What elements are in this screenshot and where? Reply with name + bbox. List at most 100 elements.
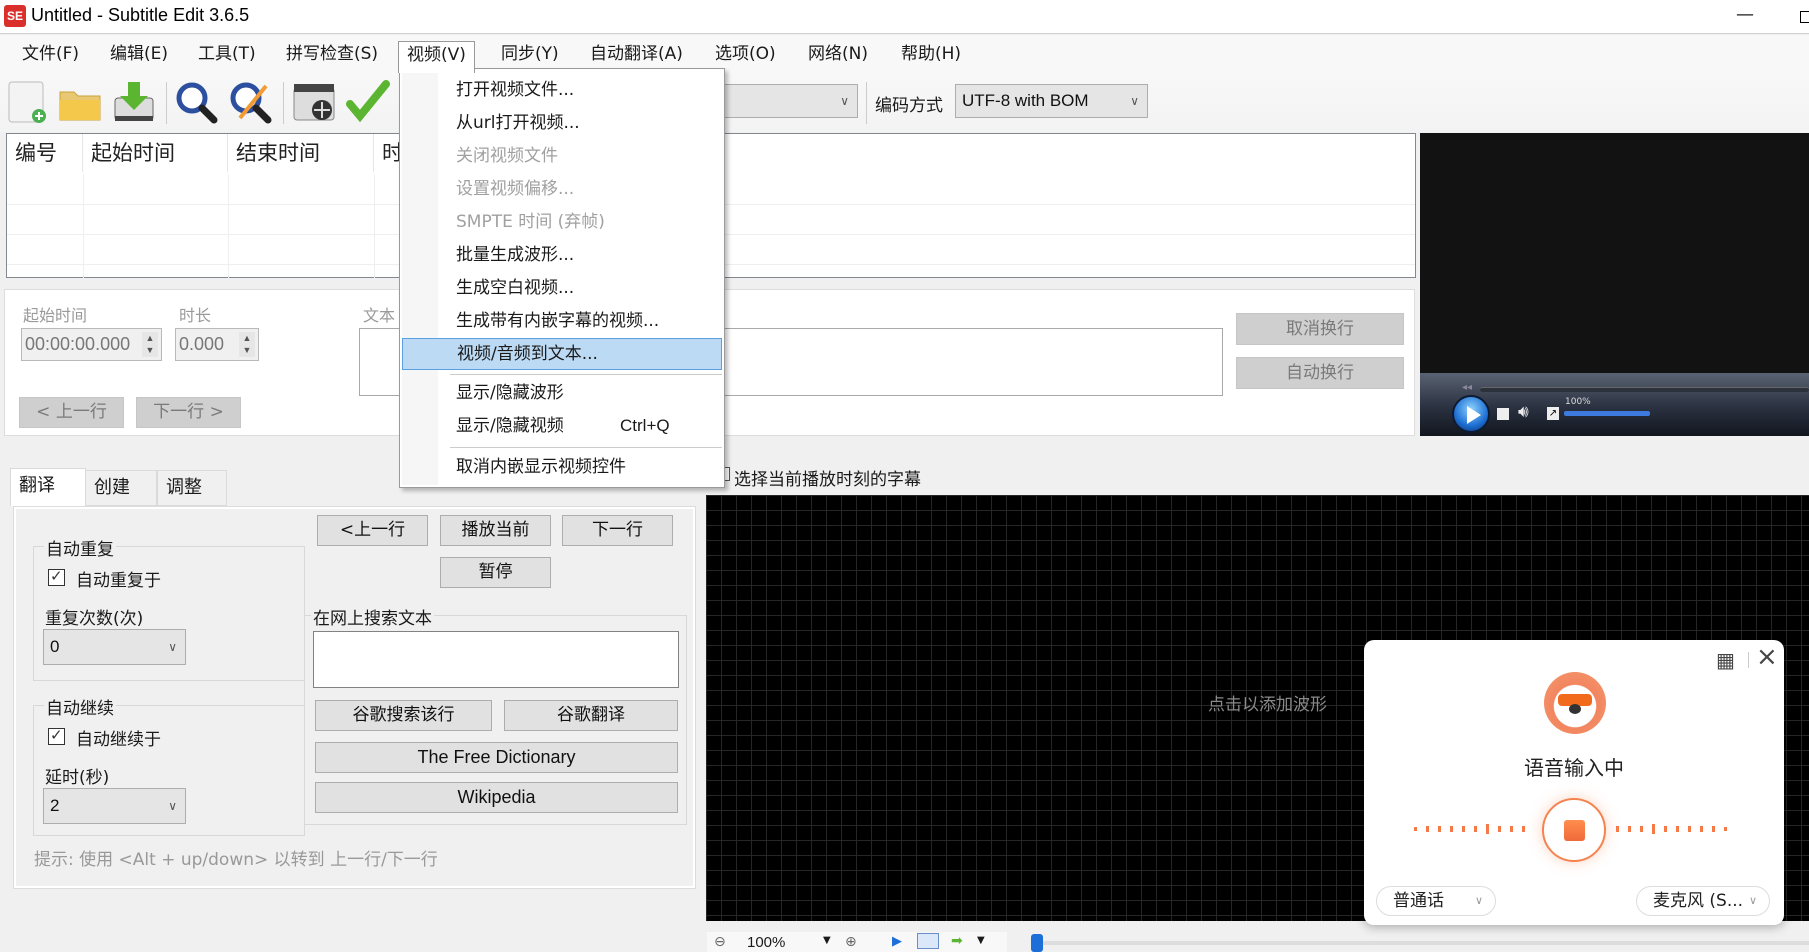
voice-level-bar: [1414, 827, 1417, 831]
tab-adjust[interactable]: 调整: [157, 470, 227, 506]
video-player[interactable]: ◂◂ 🔊︎ ↗ 100%: [1420, 133, 1809, 436]
menu-item-batch-waveform[interactable]: 批量生成波形...: [402, 239, 722, 271]
app-logo-icon: SE: [4, 5, 26, 27]
free-dictionary-button[interactable]: The Free Dictionary: [315, 742, 678, 773]
prev-line-button[interactable]: < 上一行: [19, 397, 124, 428]
tab-content: 自动重复 自动重复于 重复次数(次) 0∨ 自动继续 自动继续于 延时(秒) 2…: [13, 506, 696, 889]
open-folder-icon[interactable]: [58, 80, 102, 124]
auto-repeat-checkbox[interactable]: [48, 567, 65, 586]
play-current-button[interactable]: 播放当前: [440, 515, 551, 546]
zoom-out-icon[interactable]: ⊖: [714, 934, 726, 950]
stop-recording-button[interactable]: [1542, 798, 1606, 862]
play-selection-icon[interactable]: ▶: [892, 934, 902, 949]
menu-item-undock-video-controls[interactable]: 取消内嵌显示视频控件: [402, 451, 722, 483]
seek-bar[interactable]: [1480, 387, 1809, 392]
menu-video[interactable]: 视频(V): [398, 41, 475, 73]
waveform-position-track[interactable]: [1043, 941, 1809, 945]
menu-separator: [450, 447, 722, 448]
toolbar-separator: [283, 82, 284, 124]
divider: [1748, 652, 1749, 668]
maximize-icon: [1800, 11, 1809, 23]
column-header-end-time[interactable]: 结束时间: [228, 134, 374, 172]
play-button[interactable]: [1452, 395, 1490, 433]
encoding-select[interactable]: UTF-8 with BOM ∨: [955, 84, 1148, 118]
tabs-panel: 翻译 创建 调整 自动重复 自动重复于 重复次数(次) 0∨ 自动继续 自动继续…: [8, 462, 698, 889]
start-time-input[interactable]: 00:00:00.000 ▲ ▼: [21, 328, 162, 361]
zoom-dropdown-icon[interactable]: ▼: [823, 935, 831, 946]
visual-sync-icon[interactable]: [292, 80, 336, 124]
volume-slider[interactable]: [1564, 411, 1650, 416]
voice-level-bar: [1652, 824, 1655, 834]
forward-dropdown-icon[interactable]: ▼: [977, 935, 985, 946]
select-current-label: 选择当前播放时刻的字幕: [734, 470, 921, 490]
voice-assistant-avatar: [1544, 672, 1606, 734]
menu-edit[interactable]: 编辑(E): [102, 41, 176, 69]
spinner-arrows-icon[interactable]: ▲ ▼: [239, 332, 255, 357]
microphone-select[interactable]: 麦克风 (S... ∨: [1636, 886, 1770, 916]
column-header-start-time[interactable]: 起始时间: [83, 134, 228, 172]
auto-break-button[interactable]: 自动换行: [1236, 357, 1404, 389]
split-icon[interactable]: [917, 933, 939, 949]
menu-item-open-video[interactable]: 打开视频文件...: [402, 74, 722, 106]
rewind-icon[interactable]: ◂◂: [1462, 382, 1472, 393]
unbreak-button[interactable]: 取消换行: [1236, 313, 1404, 345]
auto-continue-checkbox[interactable]: [48, 726, 65, 745]
column-header-number[interactable]: 编号: [7, 134, 83, 172]
language-select[interactable]: 普通话 ∨: [1376, 886, 1496, 916]
pause-button[interactable]: 暂停: [440, 557, 551, 588]
waveform-zoom-value[interactable]: 100%: [747, 934, 785, 951]
voice-level-bar: [1676, 826, 1679, 832]
forward-icon[interactable]: ➡: [951, 933, 963, 949]
next-line-button[interactable]: 下一行: [562, 515, 673, 546]
waveform-position-thumb[interactable]: [1031, 934, 1043, 952]
prev-line-button[interactable]: <上一行: [317, 515, 428, 546]
maximize-button[interactable]: [1790, 0, 1809, 34]
qr-code-icon[interactable]: ▦: [1716, 648, 1735, 672]
google-translate-button[interactable]: 谷歌翻译: [504, 700, 678, 731]
volume-icon[interactable]: 🔊︎: [1518, 402, 1529, 422]
delay-select[interactable]: 2 ∨: [43, 788, 186, 824]
tab-translate[interactable]: 翻译: [10, 468, 86, 506]
tab-create[interactable]: 创建: [85, 470, 157, 506]
voice-level-bar: [1498, 826, 1501, 832]
google-search-button[interactable]: 谷歌搜索该行: [315, 700, 492, 731]
menu-file[interactable]: 文件(F): [14, 41, 87, 69]
fullscreen-icon[interactable]: ↗: [1547, 407, 1559, 420]
voice-level-bar: [1426, 826, 1429, 832]
menu-auto-translate[interactable]: 自动翻译(A): [582, 41, 691, 69]
menu-item-open-video-url[interactable]: 从url打开视频...: [402, 107, 722, 139]
menu-tools[interactable]: 工具(T): [190, 41, 264, 69]
menu-item-burn-in-subtitles[interactable]: 生成带有内嵌字幕的视频...: [402, 305, 722, 337]
menu-options[interactable]: 选项(O): [707, 41, 784, 69]
menu-spell-check[interactable]: 拼写检查(S): [278, 41, 386, 69]
window-title: Untitled - Subtitle Edit 3.6.5: [31, 5, 250, 25]
spinner-arrows-icon[interactable]: ▲ ▼: [142, 332, 158, 357]
stop-button[interactable]: [1497, 408, 1509, 420]
menu-sync[interactable]: 同步(Y): [493, 41, 567, 69]
duration-input[interactable]: 0.000 ▲ ▼: [175, 328, 259, 361]
close-icon[interactable]: ×: [1756, 642, 1778, 672]
menu-shortcut: Ctrl+Q: [620, 416, 670, 435]
new-file-icon[interactable]: [6, 80, 50, 124]
menu-item-blank-video[interactable]: 生成空白视频...: [402, 272, 722, 304]
encoding-label: 编码方式: [875, 96, 943, 116]
auto-repeat-group: 自动重复 自动重复于 重复次数(次) 0∨: [33, 535, 305, 681]
next-line-button[interactable]: 下一行 >: [136, 397, 241, 428]
web-search-input[interactable]: [313, 631, 679, 688]
chevron-down-icon: ∨: [168, 640, 177, 654]
replace-icon[interactable]: [228, 80, 272, 124]
menu-network[interactable]: 网络(N): [800, 41, 876, 69]
save-download-icon[interactable]: [112, 80, 156, 124]
chevron-down-icon: ∨: [1474, 894, 1483, 907]
menu-item-toggle-video[interactable]: 显示/隐藏视频 Ctrl+Q: [402, 410, 722, 442]
repeat-count-select[interactable]: 0 ∨: [43, 629, 186, 665]
voice-input-popup: ▦ × 语音输入中 普通话 ∨ 麦克风 (S... ∨: [1364, 640, 1784, 925]
menu-item-toggle-waveform[interactable]: 显示/隐藏波形: [402, 377, 722, 409]
minimize-button[interactable]: —: [1722, 0, 1768, 34]
zoom-in-icon[interactable]: ⊕: [845, 934, 857, 950]
menu-item-audio-to-text[interactable]: 视频/音频到文本...: [402, 338, 722, 370]
find-icon[interactable]: [174, 80, 218, 124]
spell-check-icon[interactable]: [346, 80, 390, 124]
menu-help[interactable]: 帮助(H): [893, 41, 969, 69]
wikipedia-button[interactable]: Wikipedia: [315, 782, 678, 813]
